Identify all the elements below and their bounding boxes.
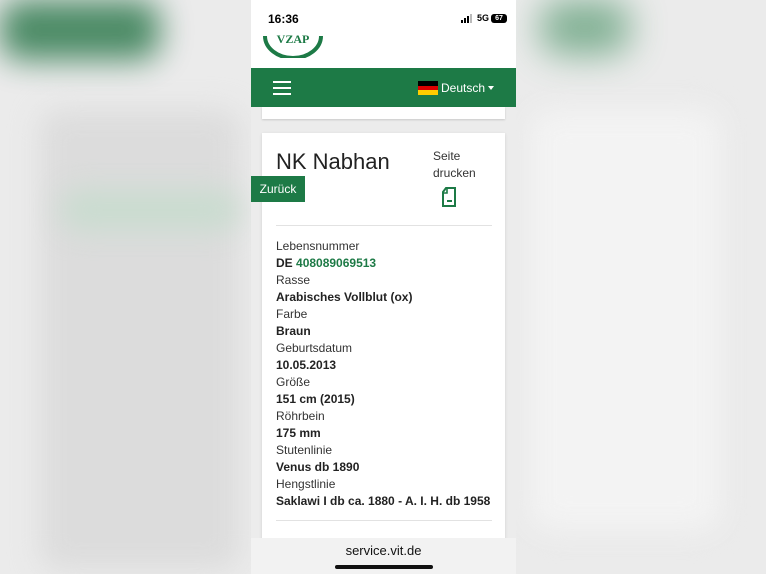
divider xyxy=(276,520,492,521)
hamburger-icon[interactable] xyxy=(273,81,291,95)
field-label: Hengstlinie xyxy=(276,477,336,491)
language-label: Deutsch xyxy=(441,81,486,95)
field-label: Rasse xyxy=(276,273,311,287)
previous-card-edge xyxy=(262,107,505,119)
header-logo-area: VZAP xyxy=(251,32,516,68)
stallion-line-value: Saklawi I db ca. 1880 - A. I. H. db 1958 xyxy=(276,494,491,508)
document-icon[interactable] xyxy=(441,187,457,207)
background-blur xyxy=(540,0,630,55)
mare-line-value: Venus db 1890 xyxy=(276,460,360,474)
caret-down-icon xyxy=(488,86,495,90)
phone-screen: 16:36 5G 67 VZAP Deutsch NK Nabhan Seite… xyxy=(251,0,516,574)
height-value: 151 cm (2015) xyxy=(276,392,355,406)
home-indicator[interactable] xyxy=(335,565,433,569)
network-type: 5G xyxy=(477,13,490,23)
life-number-link[interactable]: 408089069513 xyxy=(296,256,376,270)
vzap-logo[interactable]: VZAP xyxy=(263,28,323,58)
field-label: Geburtsdatum xyxy=(276,341,353,355)
life-number-prefix: DE xyxy=(276,256,297,270)
battery-icon: 67 xyxy=(491,14,507,23)
url-text[interactable]: service.vit.de xyxy=(251,543,516,558)
field-label: Stutenlinie xyxy=(276,443,333,457)
print-page-link[interactable]: Seite drucken xyxy=(433,148,493,182)
background-blur xyxy=(530,110,720,530)
logo-text: VZAP xyxy=(277,32,310,46)
horse-details: Lebensnummer DE 408089069513 Rasse Arabi… xyxy=(276,238,501,510)
field-label: Farbe xyxy=(276,307,308,321)
navbar: Deutsch xyxy=(251,68,516,107)
divider xyxy=(276,225,492,226)
background-blur xyxy=(40,110,240,570)
signal-icon xyxy=(461,14,472,23)
life-number-value: DE 408089069513 xyxy=(276,255,501,272)
background-blur xyxy=(60,190,240,230)
browser-url-bar[interactable]: service.vit.de xyxy=(251,538,516,574)
field-label: Lebensnummer xyxy=(276,239,360,253)
field-label: Größe xyxy=(276,375,311,389)
back-button[interactable]: Zurück xyxy=(251,176,305,202)
field-label: Röhrbein xyxy=(276,409,325,423)
breed-value: Arabisches Vollblut (ox) xyxy=(276,290,413,304)
horse-name: NK Nabhan xyxy=(276,149,390,174)
language-selector[interactable]: Deutsch xyxy=(418,80,495,96)
cannon-bone-value: 175 mm xyxy=(276,426,321,440)
color-value: Braun xyxy=(276,324,311,338)
background-blur xyxy=(0,0,160,60)
status-time: 16:36 xyxy=(268,12,299,26)
birthdate-value: 10.05.2013 xyxy=(276,358,337,372)
german-flag-icon xyxy=(418,81,438,96)
